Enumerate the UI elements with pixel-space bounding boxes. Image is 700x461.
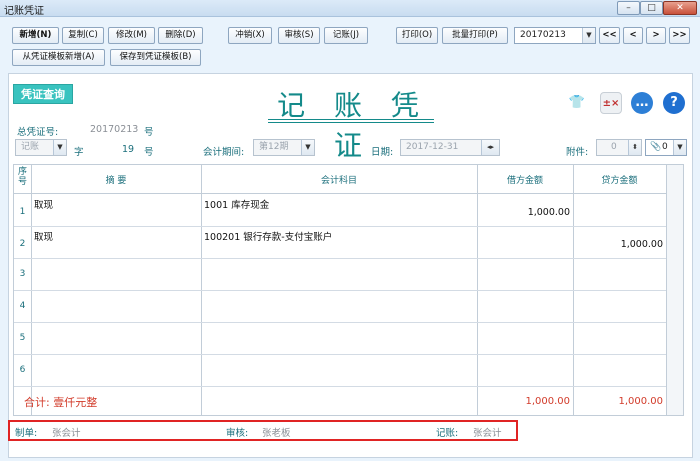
row-number: 1 [19, 207, 26, 217]
chevron-down-icon: ▼ [53, 140, 66, 155]
table-cell-summary[interactable]: 取现 [34, 197, 53, 211]
row-number: 3 [19, 269, 26, 279]
delete-button[interactable]: 删除(D) [158, 27, 203, 44]
help-icon[interactable]: ? [663, 92, 685, 114]
save-as-template-button[interactable]: 保存到凭证模板(B) [110, 49, 201, 66]
chevron-down-icon: ▼ [301, 140, 314, 155]
header-credit: 贷方金额 [601, 176, 638, 186]
table-cell-credit[interactable]: 1,000.00 [573, 239, 663, 250]
total-no-value: 20170213 [90, 124, 139, 135]
minimize-icon: – [626, 3, 631, 13]
voucher-type-value: 记账 [21, 142, 40, 152]
edit-button[interactable]: 修改(M) [108, 27, 155, 44]
auditor-label: 审核: [226, 428, 249, 439]
total-label: 合计: 壹仟元整 [24, 396, 98, 409]
row-number: 2 [19, 239, 26, 249]
maker-value: 张会计 [52, 428, 81, 439]
voucher-type-select[interactable]: 记账 ▼ [15, 139, 67, 156]
attach-label: 附件: [566, 147, 589, 158]
nav-last-button[interactable]: >> [669, 27, 690, 44]
header-account: 会计科目 [320, 176, 357, 186]
total-no-label: 总凭证号: [17, 127, 59, 138]
attach-value: 0 [611, 142, 617, 152]
header-summary: 摘 要 [105, 176, 127, 186]
period-value: 第12期 [259, 142, 289, 152]
new-from-template-button[interactable]: 从凭证模板新增(A) [12, 49, 105, 66]
header-seq: 序号 [17, 167, 27, 187]
table-cell-account[interactable]: 100201 银行存款-支付宝账户 [204, 229, 332, 243]
row-number: 5 [19, 333, 26, 343]
date-label: 日期: [371, 147, 394, 158]
copy-button[interactable]: 复制(C) [62, 27, 104, 44]
date-field[interactable]: 2017-12-31 ◂▸ [400, 139, 500, 156]
post-button[interactable]: 记账(J) [324, 27, 368, 44]
reverse-button[interactable]: 冲销(X) [228, 27, 272, 44]
table-cell-summary[interactable]: 取现 [34, 229, 53, 243]
nav-prev-button[interactable]: < [623, 27, 643, 44]
print-button[interactable]: 打印(O) [396, 27, 438, 44]
zi-label: 字 [74, 147, 84, 158]
attach-count: 0 [662, 142, 668, 152]
date-spin-icon: ◂▸ [481, 140, 499, 155]
title-underline [268, 122, 434, 123]
shirt-icon[interactable]: 👕 [566, 92, 588, 114]
row-divider [14, 322, 666, 323]
voucher-entry-table: 序号 摘 要 会计科目 借方金额 贷方金额 1 取现 1001 库存现金 1,0… [13, 164, 667, 416]
total-debit: 1,000.00 [525, 396, 570, 407]
nav-next-button[interactable]: > [646, 27, 666, 44]
close-icon: ✕ [676, 3, 684, 13]
voucher-query-button[interactable]: 凭证查询 [13, 84, 73, 104]
row-divider [14, 354, 666, 355]
voucher-number-select[interactable]: 20170213 ▼ [514, 27, 596, 44]
chevron-down-icon: ▼ [582, 28, 595, 43]
calculator-icon[interactable]: ±× [600, 92, 622, 114]
row-divider [14, 258, 666, 259]
poster-value: 张会计 [473, 428, 502, 439]
batch-print-button[interactable]: 批量打印(P) [442, 27, 508, 44]
attachment-button[interactable]: 📎 0 ▼ [645, 139, 687, 156]
date-value: 2017-12-31 [406, 142, 459, 152]
vertical-scrollbar[interactable] [667, 164, 684, 416]
chevron-down-icon: ▼ [673, 140, 686, 155]
maximize-icon: □ [647, 3, 656, 13]
voucher-number: 19 [122, 144, 135, 155]
chat-icon[interactable]: … [631, 92, 653, 114]
row-divider [14, 226, 666, 227]
row-number: 4 [19, 301, 26, 311]
minimize-button[interactable]: – [617, 1, 640, 15]
new-button[interactable]: 新增(N) [12, 27, 59, 44]
table-cell-debit[interactable]: 1,000.00 [477, 207, 570, 218]
period-select[interactable]: 第12期 ▼ [253, 139, 315, 156]
total-no-unit: 号 [144, 127, 154, 138]
poster-label: 记账: [436, 428, 459, 439]
stepper-icon: ⬍ [628, 140, 641, 155]
auditor-value: 张老板 [262, 428, 291, 439]
voucher-number-value: 20170213 [520, 30, 566, 40]
nav-first-button[interactable]: << [599, 27, 620, 44]
row-number: 6 [19, 365, 26, 375]
row-divider [14, 290, 666, 291]
maximize-button[interactable]: □ [640, 1, 663, 15]
audit-button[interactable]: 审核(S) [278, 27, 320, 44]
hao-label: 号 [144, 147, 154, 158]
header-debit: 借方金额 [506, 176, 543, 186]
table-cell-account[interactable]: 1001 库存现金 [204, 197, 269, 211]
title-underline [268, 119, 434, 120]
window-title: 记账凭证 [4, 6, 44, 17]
window-titlebar: 记账凭证 – □ ✕ [0, 0, 700, 17]
total-credit: 1,000.00 [618, 396, 663, 407]
attach-stepper[interactable]: 0 ⬍ [596, 139, 642, 156]
row-divider [14, 386, 666, 387]
period-label: 会计期间: [203, 147, 245, 158]
maker-label: 制单: [15, 428, 38, 439]
close-button[interactable]: ✕ [663, 1, 697, 15]
paperclip-icon: 📎 [650, 142, 662, 152]
